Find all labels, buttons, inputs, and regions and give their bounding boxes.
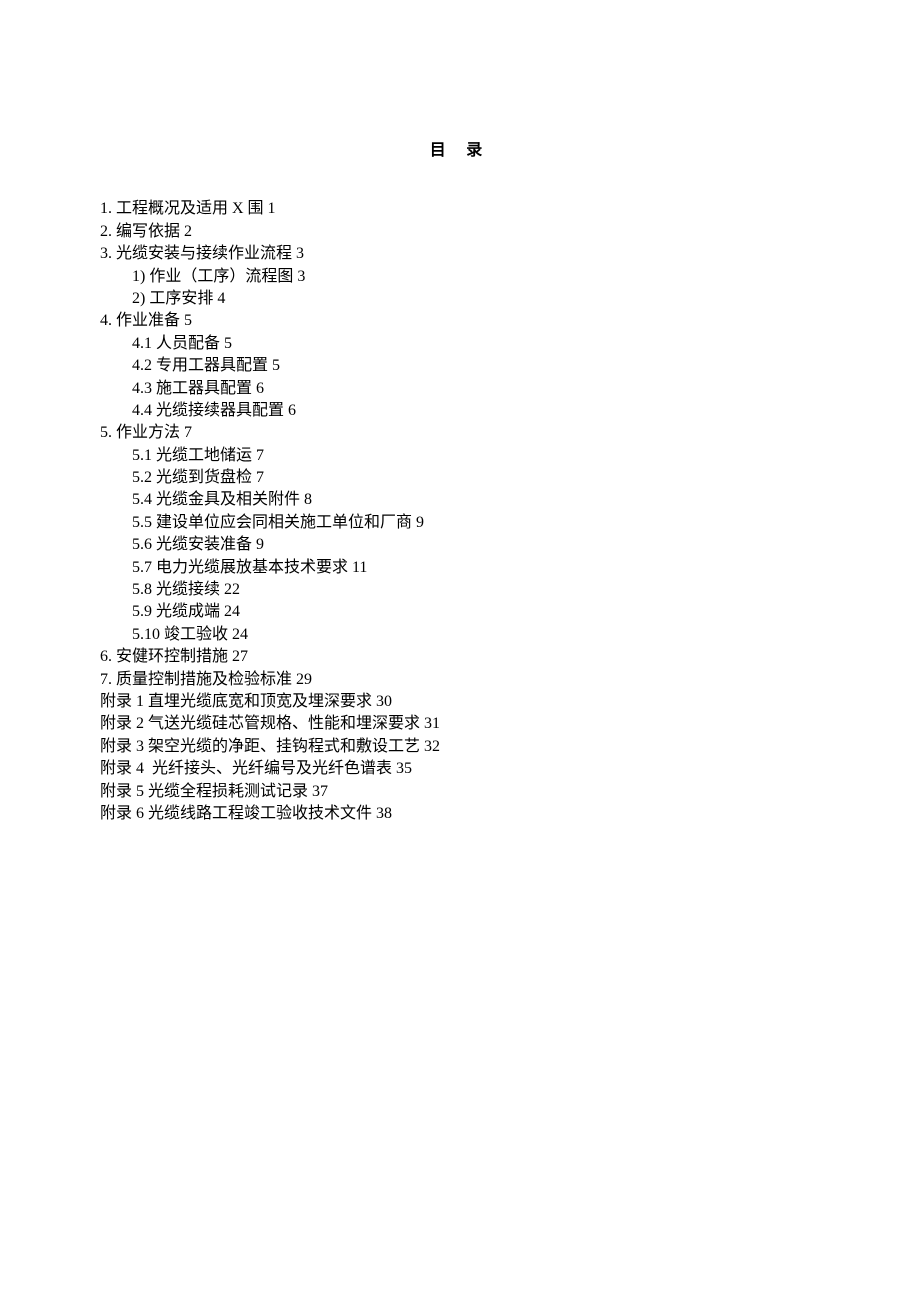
toc-entry: 6. 安健环控制措施 27 bbox=[100, 646, 820, 668]
toc-entry: 附录 6 光缆线路工程竣工验收技术文件 38 bbox=[100, 803, 820, 825]
toc-entry: 2) 工序安排 4 bbox=[100, 288, 820, 310]
toc-entry: 5.10 竣工验收 24 bbox=[100, 624, 820, 646]
toc-entry: 1) 作业（工序）流程图 3 bbox=[100, 266, 820, 288]
toc-entry: 4.1 人员配备 5 bbox=[100, 333, 820, 355]
toc-entry: 4.3 施工器具配置 6 bbox=[100, 378, 820, 400]
toc-entry: 附录 5 光缆全程损耗测试记录 37 bbox=[100, 781, 820, 803]
toc-entry: 4.2 专用工器具配置 5 bbox=[100, 355, 820, 377]
toc-entry: 5.7 电力光缆展放基本技术要求 11 bbox=[100, 557, 820, 579]
toc-entry: 5.1 光缆工地储运 7 bbox=[100, 445, 820, 467]
toc-entry: 附录 3 架空光缆的净距、挂钩程式和敷设工艺 32 bbox=[100, 736, 820, 758]
toc-entry: 7. 质量控制措施及检验标准 29 bbox=[100, 669, 820, 691]
toc-entry: 5.6 光缆安装准备 9 bbox=[100, 534, 820, 556]
toc-list: 1. 工程概况及适用 X 围 12. 编写依据 23. 光缆安装与接续作业流程 … bbox=[100, 198, 820, 825]
toc-entry: 1. 工程概况及适用 X 围 1 bbox=[100, 198, 820, 220]
toc-entry: 附录 4 光纤接头、光纤编号及光纤色谱表 35 bbox=[100, 758, 820, 780]
toc-entry: 5.8 光缆接续 22 bbox=[100, 579, 820, 601]
toc-entry: 4. 作业准备 5 bbox=[100, 310, 820, 332]
toc-entry: 4.4 光缆接续器具配置 6 bbox=[100, 400, 820, 422]
toc-entry: 5.9 光缆成端 24 bbox=[100, 601, 820, 623]
toc-entry: 5. 作业方法 7 bbox=[100, 422, 820, 444]
toc-title: 目 录 bbox=[100, 140, 820, 162]
toc-entry: 5.5 建设单位应会同相关施工单位和厂商 9 bbox=[100, 512, 820, 534]
document-page: 目 录 1. 工程概况及适用 X 围 12. 编写依据 23. 光缆安装与接续作… bbox=[0, 0, 920, 885]
toc-entry: 3. 光缆安装与接续作业流程 3 bbox=[100, 243, 820, 265]
toc-entry: 5.2 光缆到货盘检 7 bbox=[100, 467, 820, 489]
toc-entry: 2. 编写依据 2 bbox=[100, 221, 820, 243]
toc-entry: 附录 1 直埋光缆底宽和顶宽及埋深要求 30 bbox=[100, 691, 820, 713]
toc-entry: 附录 2 气送光缆硅芯管规格、性能和埋深要求 31 bbox=[100, 713, 820, 735]
toc-entry: 5.4 光缆金具及相关附件 8 bbox=[100, 489, 820, 511]
